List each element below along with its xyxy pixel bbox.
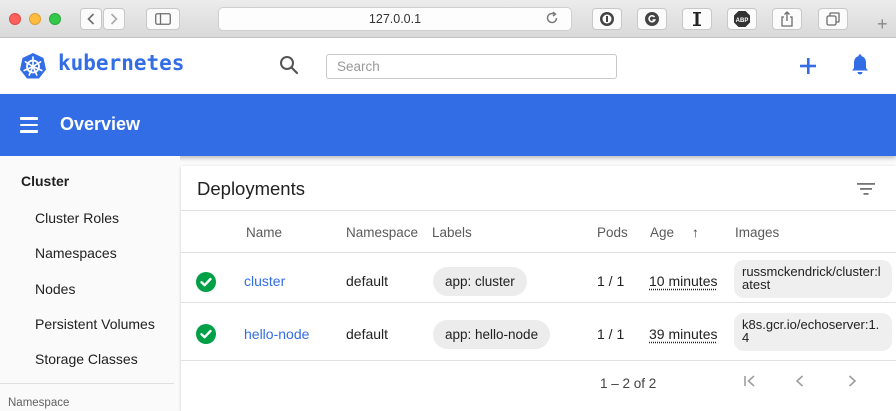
deployment-namespace: default	[346, 326, 389, 342]
hamburger-menu-icon[interactable]	[20, 117, 38, 133]
deployment-namespace: default	[346, 273, 389, 289]
sidebar-section-cluster[interactable]: Cluster	[21, 173, 69, 189]
pagination-range: 1 – 2 of 2	[600, 376, 657, 391]
deployment-age: 39 minutes	[649, 326, 718, 342]
row-divider	[181, 360, 896, 361]
previous-page-icon[interactable]	[792, 373, 808, 394]
sidebar-icon	[155, 13, 171, 25]
browser-toolbar: 127.0.0.1 ABP +	[0, 0, 896, 38]
sidebar-item-storage-classes[interactable]: Storage Classes	[35, 351, 138, 367]
forward-button[interactable]	[103, 8, 125, 30]
row-divider	[181, 302, 896, 303]
status-ok-icon	[196, 324, 216, 344]
grammarly-extension-button[interactable]	[637, 8, 667, 30]
card-divider	[181, 210, 896, 211]
instapaper-icon	[693, 12, 701, 26]
brand-name[interactable]: kubernetes	[58, 51, 184, 75]
chevron-left-icon	[87, 13, 95, 25]
label-chip: app: cluster	[433, 267, 527, 296]
svg-text:ABP: ABP	[736, 18, 749, 24]
window-close-button[interactable]	[9, 13, 21, 25]
image-chip: russmckendrick/cluster:latest	[734, 260, 892, 298]
window-minimize-button[interactable]	[29, 13, 41, 25]
app-header: kubernetes Search	[0, 38, 896, 94]
sidebar-item-namespaces[interactable]: Namespaces	[35, 245, 117, 261]
onepassword-extension-button[interactable]	[592, 8, 622, 30]
new-tab-icon[interactable]: +	[877, 14, 888, 35]
deployment-pods: 1 / 1	[597, 273, 625, 289]
filter-icon[interactable]	[857, 182, 875, 196]
deployments-card: Deployments Name Namespace Labels Pods A…	[181, 166, 896, 411]
tabs-overview-button[interactable]	[818, 8, 848, 30]
deployment-name-link[interactable]: cluster	[244, 273, 285, 289]
adblock-icon: ABP	[734, 11, 750, 27]
sidebar-nav: Cluster Cluster Roles Namespaces Nodes P…	[0, 156, 180, 411]
search-input[interactable]: Search	[326, 54, 617, 79]
address-text: 127.0.0.1	[368, 12, 422, 26]
reload-icon[interactable]	[545, 11, 559, 28]
column-header-name[interactable]: Name	[246, 225, 282, 240]
namespace-label: Namespace	[8, 397, 70, 409]
kubernetes-logo-icon	[20, 53, 46, 79]
first-page-icon[interactable]	[742, 373, 758, 394]
column-header-images: Images	[735, 225, 780, 240]
create-resource-icon[interactable]	[795, 53, 821, 79]
card-title: Deployments	[197, 178, 305, 199]
onepassword-icon	[600, 12, 614, 26]
deployment-name-link[interactable]: hello-node	[244, 326, 309, 342]
column-header-labels: Labels	[432, 225, 472, 240]
sidebar-toggle-button[interactable]	[146, 8, 180, 30]
back-button[interactable]	[80, 8, 102, 30]
image-chip: k8s.gcr.io/echoserver:1.4	[734, 313, 892, 351]
status-ok-icon	[196, 272, 216, 292]
tabs-icon	[826, 12, 840, 26]
column-header-pods: Pods	[597, 225, 628, 240]
page-toolbar: Overview	[0, 94, 896, 156]
sidebar-item-cluster-roles[interactable]: Cluster Roles	[35, 210, 119, 226]
chevron-right-icon	[110, 13, 118, 25]
next-page-icon[interactable]	[844, 373, 860, 394]
sort-ascending-icon[interactable]: ↑	[692, 225, 699, 240]
window-zoom-button[interactable]	[49, 13, 61, 25]
column-header-age[interactable]: Age	[650, 225, 674, 240]
label-chip: app: hello-node	[433, 320, 551, 349]
column-header-namespace[interactable]: Namespace	[346, 225, 418, 240]
deployment-age: 10 minutes	[649, 273, 718, 289]
share-icon	[781, 11, 793, 27]
share-button[interactable]	[772, 8, 802, 30]
address-bar[interactable]: 127.0.0.1	[218, 7, 572, 31]
notifications-bell-icon[interactable]	[850, 54, 870, 76]
sidebar-item-nodes[interactable]: Nodes	[35, 281, 75, 297]
row-divider	[181, 252, 896, 253]
instapaper-extension-button[interactable]	[682, 8, 712, 30]
grammarly-icon	[645, 12, 659, 26]
deployment-pods: 1 / 1	[597, 326, 625, 342]
page-title: Overview	[60, 114, 141, 134]
adblock-extension-button[interactable]: ABP	[727, 8, 757, 30]
search-icon[interactable]	[279, 55, 299, 75]
search-placeholder: Search	[337, 59, 380, 74]
sidebar-divider	[0, 383, 174, 384]
sidebar-item-persistent-volumes[interactable]: Persistent Volumes	[35, 316, 155, 332]
